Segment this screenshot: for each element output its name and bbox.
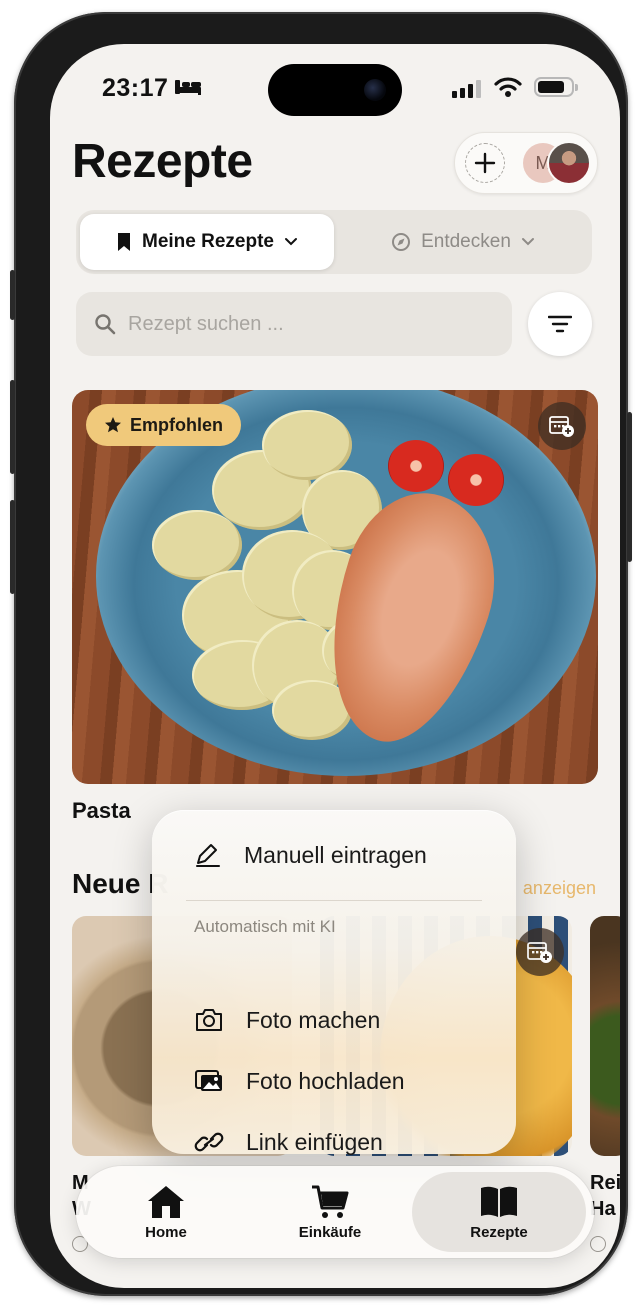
featured-badge: Empfohlen bbox=[86, 404, 241, 446]
book-icon bbox=[481, 1186, 517, 1217]
chevron-down-icon bbox=[521, 238, 534, 246]
camera-icon bbox=[196, 1009, 222, 1031]
menu-item-manual[interactable]: Manuell eintragen bbox=[194, 835, 427, 875]
add-recipe-button[interactable] bbox=[465, 143, 505, 183]
photo-stack-icon bbox=[195, 1070, 222, 1091]
compass-icon bbox=[392, 233, 411, 251]
menu-item-label: Foto hochladen bbox=[246, 1067, 405, 1094]
menu-item-label: Manuell eintragen bbox=[244, 841, 427, 868]
featured-recipe-card[interactable]: Empfohlen bbox=[72, 390, 598, 784]
tab-recipes[interactable]: Rezepte bbox=[412, 1172, 586, 1252]
segment-discover[interactable]: Entdecken bbox=[338, 214, 588, 270]
star-icon bbox=[105, 417, 121, 433]
plus-icon bbox=[474, 152, 496, 174]
clock-icon bbox=[590, 1236, 606, 1252]
segment-my-recipes[interactable]: Meine Rezepte bbox=[80, 214, 334, 270]
chevron-down-icon bbox=[284, 238, 297, 246]
pencil-icon bbox=[196, 844, 220, 867]
action-button bbox=[10, 270, 15, 320]
featured-badge-label: Empfohlen bbox=[130, 414, 223, 435]
add-to-plan-button[interactable] bbox=[516, 928, 564, 976]
volume-down-button bbox=[10, 500, 15, 594]
search-icon bbox=[95, 314, 116, 335]
cart-icon bbox=[312, 1185, 349, 1218]
power-button bbox=[627, 412, 632, 562]
tab-label: Rezepte bbox=[470, 1223, 528, 1241]
calendar-add-icon bbox=[549, 416, 574, 437]
show-all-link[interactable]: anzeigen bbox=[523, 878, 596, 899]
wifi-icon bbox=[494, 77, 522, 97]
avatar-photo[interactable] bbox=[547, 141, 591, 185]
add-recipe-menu: Manuell eintragen Automatisch mit KI Fot… bbox=[152, 810, 516, 1155]
sleep-focus-icon bbox=[175, 80, 201, 95]
tab-shopping[interactable]: Einkäufe bbox=[248, 1172, 412, 1252]
cellular-signal-icon bbox=[452, 80, 481, 98]
status-time: 23:17 bbox=[102, 74, 169, 102]
menu-divider bbox=[186, 900, 482, 901]
bookmark-icon bbox=[118, 233, 130, 251]
menu-item-label: Link einfügen bbox=[246, 1128, 383, 1155]
camera-icon bbox=[364, 79, 386, 101]
tab-label: Home bbox=[145, 1223, 187, 1241]
tab-bar: Home Einkäufe Rezepte bbox=[76, 1166, 594, 1258]
menu-item-insert-link[interactable]: Link einfügen bbox=[194, 1122, 383, 1162]
home-icon bbox=[148, 1185, 184, 1218]
search-bar bbox=[76, 292, 512, 356]
menu-section-label: Automatisch mit KI bbox=[194, 917, 336, 936]
segment-label: Meine Rezepte bbox=[142, 231, 274, 252]
tab-label: Einkäufe bbox=[298, 1223, 362, 1241]
recipe-card[interactable] bbox=[590, 916, 620, 1156]
dynamic-island bbox=[268, 64, 402, 116]
recipe-card-title: Rei Ha bbox=[590, 1172, 620, 1220]
link-icon bbox=[194, 1132, 224, 1152]
segment-label: Entdecken bbox=[421, 231, 511, 252]
featured-recipe-title: Pasta bbox=[72, 798, 131, 823]
menu-item-label: Foto machen bbox=[246, 1006, 381, 1033]
search-input[interactable] bbox=[128, 312, 488, 336]
menu-item-take-photo[interactable]: Foto machen bbox=[194, 1000, 380, 1040]
menu-item-upload-photo[interactable]: Foto hochladen bbox=[194, 1061, 405, 1101]
phone-frame: 23:17 Rezepte M Meine Rezepte Entdecken … bbox=[10, 12, 632, 1296]
tab-home[interactable]: Home bbox=[84, 1172, 248, 1252]
page-title: Rezepte bbox=[72, 135, 253, 188]
screen: 23:17 Rezepte M Meine Rezepte Entdecken … bbox=[50, 44, 620, 1288]
volume-up-button bbox=[10, 380, 15, 474]
filter-button[interactable] bbox=[528, 292, 592, 356]
filter-icon bbox=[548, 315, 572, 333]
recipe-source-segmented-control: Meine Rezepte Entdecken bbox=[76, 210, 592, 274]
calendar-add-icon bbox=[527, 942, 552, 963]
add-to-plan-button[interactable] bbox=[538, 402, 586, 450]
header-actions: M bbox=[454, 132, 598, 194]
battery-icon bbox=[534, 77, 578, 97]
